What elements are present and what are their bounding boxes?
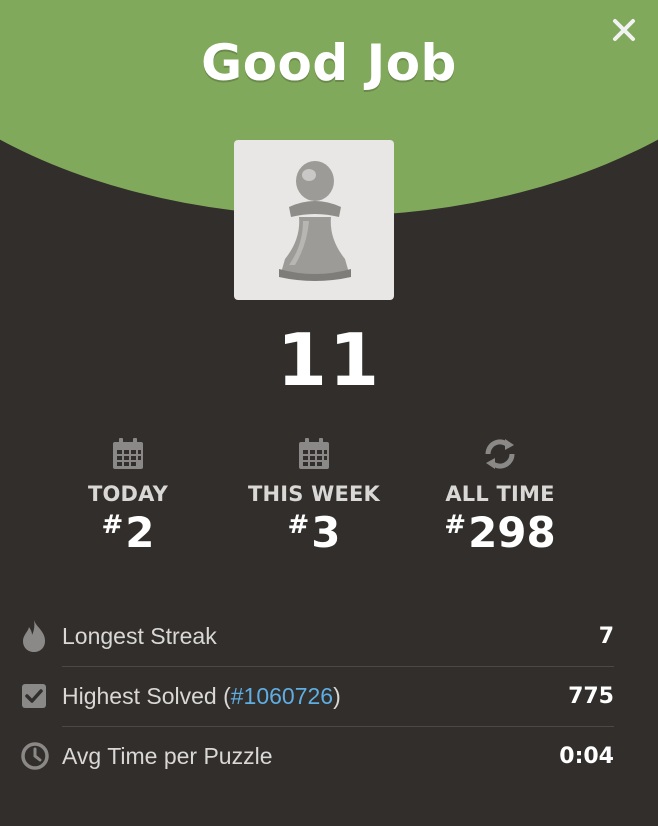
puzzle-link[interactable]: #1060726 [231, 683, 333, 709]
stat-value: 7 [598, 623, 614, 649]
stats-list: Longest Streak 7 Highest Solved (#106072… [20, 606, 614, 786]
stat-label: Avg Time per Puzzle [62, 742, 273, 769]
flame-icon [23, 620, 45, 652]
stat-row-avg-time: Avg Time per Puzzle 0:04 [20, 726, 614, 786]
stat-row-highest-solved: Highest Solved (#1060726) 775 [20, 666, 614, 726]
refresh-icon [485, 439, 515, 469]
clock-icon [21, 742, 49, 770]
rank-all-time: ALL TIME #298 [410, 434, 590, 557]
puzzle-result-modal: Good Job 11 TODAY #2 THIS WEEK #3 ALL TI… [0, 0, 658, 826]
rank-this-week: THIS WEEK #3 [224, 434, 404, 557]
checkbox-icon [22, 684, 46, 708]
rank-label: THIS WEEK [247, 482, 381, 506]
stat-row-longest-streak: Longest Streak 7 [20, 606, 614, 666]
stat-label: Highest Solved (#1060726) [62, 682, 341, 709]
rank-value: #2 [101, 508, 155, 557]
rank-label: TODAY [87, 482, 169, 506]
stat-label: Longest Streak [62, 622, 217, 649]
stat-value: 0:04 [559, 743, 614, 769]
rank-value: #298 [444, 508, 556, 557]
calendar-icon [299, 438, 329, 469]
rank-label: ALL TIME [445, 482, 555, 506]
stat-value: 775 [568, 683, 614, 709]
rank-today: TODAY #2 [38, 434, 218, 557]
calendar-icon [113, 438, 143, 469]
pawn-piece-image [234, 140, 394, 300]
puzzle-score: 11 [276, 318, 382, 402]
rank-value: #3 [287, 508, 341, 557]
page-title: Good Job [201, 34, 457, 92]
pawn-icon [279, 161, 351, 281]
